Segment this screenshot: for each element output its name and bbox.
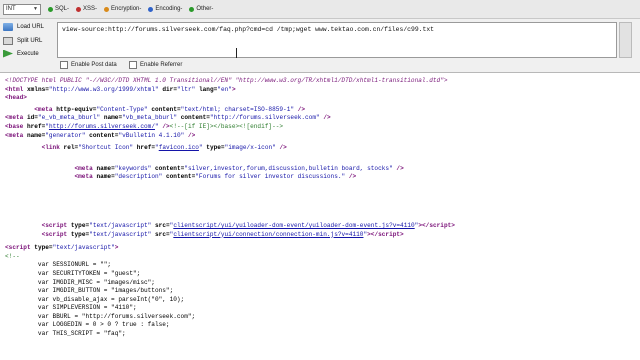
encryption-icon bbox=[104, 6, 110, 12]
var-text: var IMGDIR_MISC = "images/misc"; bbox=[37, 278, 155, 286]
icon-type-value: image/x-icon bbox=[228, 144, 273, 152]
menu-other-label: Other- bbox=[196, 6, 214, 12]
source-icon-line: <link rel="Shortcut Icon" href="favicon.… bbox=[41, 144, 287, 152]
encoding-icon bbox=[148, 6, 154, 12]
menu-sql-label: SQL- bbox=[55, 6, 70, 12]
menu-xss-label: XSS- bbox=[83, 6, 98, 12]
source-head-line: <head> bbox=[5, 94, 27, 102]
source-comment-open-line: <!-- bbox=[5, 253, 640, 262]
source-meta-bburl-line: <meta id="e_vb_meta_bburl" name="vb_meta… bbox=[5, 114, 331, 122]
execute-label: Execute bbox=[17, 50, 39, 57]
comment-open: <!-- bbox=[5, 252, 20, 260]
menu-encryption-label: Encryption- bbox=[111, 6, 142, 12]
hackbar-panel: Load URL Split URL Execute view-source:h… bbox=[0, 19, 640, 73]
source-var-line: var LOGGEDIN = 0 > 0 ? true : false; bbox=[5, 321, 640, 330]
load-url-label: Load URL bbox=[17, 23, 45, 30]
source-doctype-line: <!DOCTYPE html PUBLIC "-//W3C//DTD XHTML… bbox=[5, 77, 640, 86]
page-source-view: <!DOCTYPE html PUBLIC "-//W3C//DTD XHTML… bbox=[0, 73, 640, 360]
referrer-checkbox[interactable] bbox=[129, 61, 137, 69]
description-value: Forums for silver investor discussions. bbox=[198, 173, 342, 181]
generator-value: vBulletin 4.1.10 bbox=[122, 131, 181, 139]
source-var-line: var IMGDIR_BUTTON = "images/buttons"; bbox=[5, 287, 640, 296]
base-href-link[interactable]: http://forums.silverseek.com/ bbox=[49, 123, 155, 130]
split-url-label: Split URL bbox=[17, 37, 43, 44]
source-generator-line: <meta name="generator" content="vBulleti… bbox=[5, 131, 196, 139]
split-url-icon bbox=[3, 36, 13, 45]
menu-sql[interactable]: SQL- bbox=[48, 6, 69, 12]
script2-link[interactable]: clientscript/yui/connection/connection-m… bbox=[173, 231, 363, 238]
source-var-line: var SESSIONURL = ""; bbox=[5, 261, 640, 270]
source-var-line: var SECURITYTOKEN = "guest"; bbox=[5, 270, 640, 279]
source-html-line: <html xmlns="http://www.w3.org/1999/xhtm… bbox=[5, 85, 236, 93]
int-select[interactable]: INT ▼ bbox=[3, 3, 41, 15]
source-script2-line: <script type="text/javascript" src="clie… bbox=[41, 230, 404, 238]
referrer-label: Enable Referrer bbox=[140, 62, 183, 68]
script1-link[interactable]: clientscript/yui/yuiloader-dom-event/yui… bbox=[173, 222, 414, 229]
source-var-line: var SIMPLEVERSION = "4110"; bbox=[5, 304, 640, 313]
source-keywords-line: <meta name="keywords" content="silver,in… bbox=[74, 164, 404, 172]
source-var-line: var IMGDIR_MISC = "images/misc"; bbox=[5, 279, 640, 288]
doctype-text: <!DOCTYPE html PUBLIC "-//W3C//DTD XHTML… bbox=[5, 77, 448, 84]
url-scrollbar[interactable] bbox=[619, 22, 632, 58]
menu-xss[interactable]: XSS- bbox=[76, 6, 97, 12]
source-var-line: var vb_disable_ajax = parseInt("0", 10); bbox=[5, 296, 640, 305]
menu-encryption[interactable]: Encryption- bbox=[104, 6, 141, 12]
var-text: var SESSIONURL = ""; bbox=[37, 261, 112, 269]
meta-name-value: vb_meta_bburl bbox=[125, 114, 174, 122]
sql-icon bbox=[48, 6, 53, 12]
post-data-checkbox[interactable] bbox=[60, 61, 68, 69]
execute-icon bbox=[3, 49, 13, 58]
url-textarea[interactable]: view-source:http://forums.silverseek.com… bbox=[57, 22, 617, 58]
menu-encoding-label: Encoding- bbox=[155, 6, 183, 12]
favicon-link[interactable]: favicon.ico bbox=[159, 144, 199, 151]
base-comment: <!--[if IE]></base><![endif]--> bbox=[169, 122, 284, 130]
int-select-value: INT bbox=[6, 6, 16, 12]
source-meta-equiv-line: <meta http-equiv="Content-Type" content=… bbox=[34, 105, 306, 113]
var-text: var IMGDIR_BUTTON = "images/buttons"; bbox=[37, 287, 174, 295]
load-url-icon bbox=[3, 22, 13, 31]
dir-value: ltr bbox=[180, 85, 192, 93]
var-text: var vb_disable_ajax = parseInt("0", 10); bbox=[37, 295, 185, 303]
meta-content-value: text/html; charset=ISO-8859-1 bbox=[184, 105, 291, 113]
meta-id-value: e_vb_meta_bburl bbox=[41, 114, 97, 122]
xmlns-value: http://www.w3.org/1999/xhtml bbox=[52, 85, 155, 93]
var-text: var THIS_SCRIPT = "faq"; bbox=[37, 330, 126, 338]
chevron-down-icon: ▼ bbox=[33, 6, 38, 12]
url-text: view-source:http://forums.silverseek.com… bbox=[62, 26, 434, 33]
menu-other[interactable]: Other- bbox=[189, 6, 213, 12]
split-url-button[interactable]: Split URL bbox=[3, 34, 53, 47]
post-data-option[interactable]: Enable Post data bbox=[60, 61, 117, 69]
var-text: var BBURL = "http://forums.silverseek.co… bbox=[37, 312, 196, 320]
source-script1-line: <script type="text/javascript" src="clie… bbox=[41, 221, 455, 229]
lang-value: en bbox=[220, 85, 229, 93]
keywords-value: silver,investor,forum,discussion,bulleti… bbox=[187, 164, 390, 172]
var-text: var SIMPLEVERSION = "4110"; bbox=[37, 304, 137, 312]
load-url-button[interactable]: Load URL bbox=[3, 20, 53, 33]
referrer-option[interactable]: Enable Referrer bbox=[129, 61, 182, 69]
icon-rel-value: Shortcut Icon bbox=[81, 144, 130, 152]
text-cursor-icon bbox=[236, 48, 237, 58]
meta-equiv-value: Content-Type bbox=[100, 105, 145, 113]
var-text: var LOGGEDIN = 0 > 0 ? true : false; bbox=[37, 321, 170, 329]
execute-button[interactable]: Execute bbox=[3, 47, 53, 60]
other-icon bbox=[189, 6, 195, 12]
menu-encoding[interactable]: Encoding- bbox=[148, 6, 182, 12]
xss-icon bbox=[76, 6, 82, 12]
hackbar-toolbar: INT ▼ SQL- XSS- Encryption- Encoding- Ot… bbox=[0, 0, 640, 19]
source-description-line: <meta name="description" content="Forums… bbox=[74, 173, 357, 181]
source-base-line: <base href="http://forums.silverseek.com… bbox=[5, 122, 284, 130]
script-type-value: text/javascript bbox=[56, 244, 112, 252]
source-var-line: var THIS_SCRIPT = "faq"; bbox=[5, 330, 640, 339]
source-var-line: var BBURL = "http://forums.silverseek.co… bbox=[5, 313, 640, 322]
source-script-open-line: <script type="text/javascript"> bbox=[5, 244, 119, 252]
meta-bburl-value: http://forums.silverseek.com bbox=[213, 114, 317, 122]
var-text: var SECURITYTOKEN = "guest"; bbox=[37, 269, 141, 277]
post-data-label: Enable Post data bbox=[71, 62, 117, 68]
